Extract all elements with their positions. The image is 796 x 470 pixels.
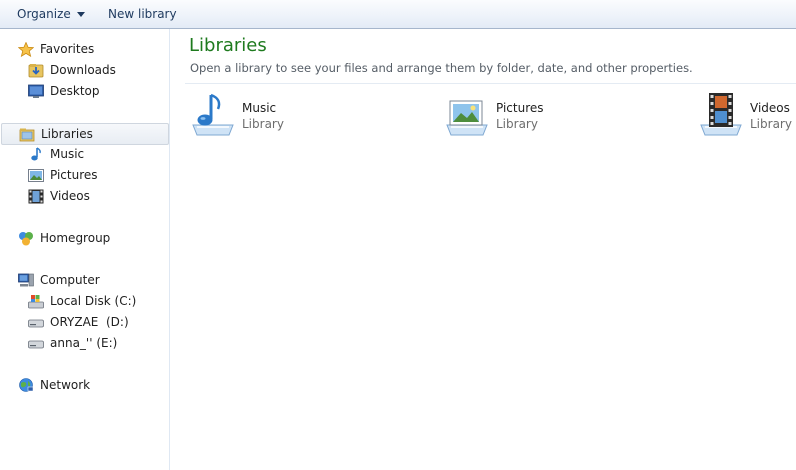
nav-drive-d-label: ORYZAE (D:) [50,315,129,329]
libraries-icon [19,128,35,142]
chevron-down-icon [76,12,85,17]
library-name: Pictures [496,101,544,115]
page-title: Libraries [189,35,267,56]
nav-local-disk-c-label: Local Disk (C:) [50,294,137,308]
header-divider [185,83,796,84]
music-library-icon [192,93,234,136]
drive-icon [28,319,44,328]
page-subtitle: Open a library to see your files and arr… [190,61,693,75]
navigation-pane: Favorites Downloads Desktop Libraries Mu… [0,29,170,470]
downloads-icon [28,64,44,78]
computer-icon [18,273,34,287]
library-type: Library [750,117,792,131]
library-tile-pictures[interactable]: Pictures Library [443,91,663,141]
library-tile-videos[interactable]: Videos Library [697,91,796,141]
nav-libraries-label: Libraries [41,127,93,141]
library-type: Library [496,117,538,131]
nav-downloads-label: Downloads [50,63,116,77]
pictures-icon [28,169,44,182]
music-icon [31,147,41,161]
nav-music-label: Music [50,147,85,161]
nav-network-label: Network [40,378,91,392]
desktop-icon [28,84,44,98]
drive-icon [28,340,44,349]
command-bar: Organize New library [0,0,796,29]
organize-button[interactable]: Organize [17,0,85,28]
organize-label: Organize [17,7,71,21]
local-disk-icon [28,295,44,309]
nav-drive-e-label: anna_'' (E:) [50,336,118,350]
network-icon [19,378,34,392]
new-library-label: New library [108,7,177,21]
videos-library-icon [700,93,742,136]
new-library-button[interactable]: New library [108,0,177,28]
nav-computer-label: Computer [40,273,100,287]
library-name: Music [242,101,277,115]
library-type: Library [242,117,284,131]
nav-libraries[interactable]: Libraries [1,123,169,145]
pictures-library-icon [446,100,488,136]
content-pane: Libraries Open a library to see your fil… [171,29,796,470]
nav-videos-label: Videos [50,189,90,203]
nav-desktop-label: Desktop [50,84,100,98]
library-name: Videos [750,101,790,115]
nav-favorites-label: Favorites [40,42,95,56]
star-icon [18,42,34,57]
nav-homegroup-label: Homegroup [40,231,111,245]
videos-icon [28,189,44,204]
homegroup-icon [19,232,33,246]
nav-pictures-label: Pictures [50,168,98,182]
library-tile-music[interactable]: Music Library [189,91,409,141]
